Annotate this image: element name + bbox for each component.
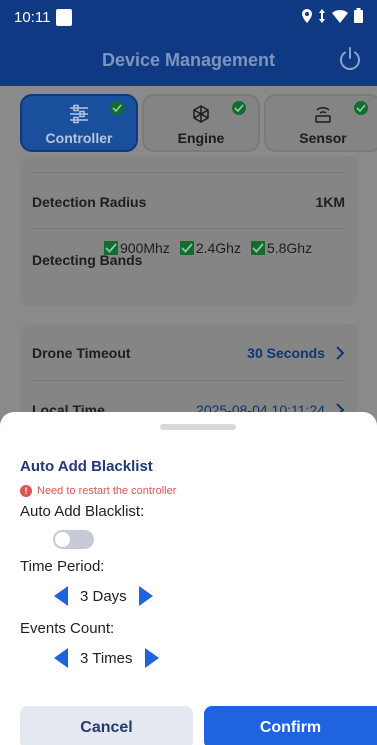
restart-warning: ! Need to restart the controller	[20, 485, 176, 497]
status-time: 10:11	[14, 9, 51, 26]
bands-list: 900Mhz 2.4Ghz 5.8Ghz	[104, 240, 312, 256]
check-icon	[354, 101, 368, 115]
warning-text: Need to restart the controller	[37, 485, 177, 497]
drone-timeout-value: 30 Seconds	[247, 345, 325, 361]
app-bar: Device Management	[0, 34, 377, 86]
detection-card: Detection Radius 1KM Detecting Bands	[20, 156, 357, 306]
divider	[32, 228, 345, 229]
status-bar: 10:11	[0, 0, 377, 34]
page-title: Device Management	[101, 50, 276, 70]
auto-add-label: Auto Add Blacklist:	[20, 503, 145, 520]
timeout-card: Drone Timeout 30 Seconds Local Time 2025…	[20, 324, 357, 424]
time-period-value: 3 Days	[80, 587, 127, 605]
divider	[32, 172, 345, 173]
auto-add-toggle[interactable]	[53, 530, 94, 549]
checkbox-checked-icon	[104, 241, 118, 255]
band-checkbox-2-4ghz[interactable]: 2.4Ghz	[179, 240, 241, 256]
check-icon	[110, 101, 124, 115]
drone-timeout-row[interactable]: Drone Timeout 30 Seconds	[32, 345, 345, 361]
detection-radius-label: Detection Radius	[32, 194, 147, 210]
device-tabs: Controller Engine Sensor	[20, 94, 377, 154]
events-count-value: 3 Times	[80, 649, 133, 667]
toggle-knob	[55, 532, 70, 547]
tab-label: Sensor	[299, 130, 347, 146]
tab-label: Controller	[45, 130, 113, 146]
tab-label: Engine	[177, 130, 225, 146]
tab-controller[interactable]: Controller	[20, 94, 138, 152]
sensor-icon	[315, 106, 331, 123]
band-label: 900Mhz	[120, 240, 170, 256]
checkbox-checked-icon	[250, 241, 265, 255]
data-arrows-icon	[319, 8, 325, 23]
cancel-button[interactable]: Cancel	[20, 706, 193, 745]
band-label: 5.8Ghz	[266, 240, 313, 256]
wifi-icon	[332, 9, 348, 23]
sheet-drag-handle[interactable]	[160, 424, 236, 430]
check-icon	[232, 101, 246, 115]
engine-icon	[193, 105, 209, 123]
power-icon[interactable]	[337, 46, 363, 72]
decrease-arrow-icon[interactable]	[52, 647, 70, 669]
alert-icon: !	[20, 485, 32, 497]
band-checkbox-900mhz[interactable]: 900Mhz	[104, 240, 170, 256]
status-icons	[302, 8, 363, 23]
increase-arrow-icon[interactable]	[137, 585, 155, 607]
events-count-label: Events Count:	[20, 620, 115, 637]
notification-icon	[56, 9, 72, 26]
increase-arrow-icon[interactable]	[143, 647, 161, 669]
detection-radius-row: Detection Radius 1KM	[32, 194, 345, 210]
location-icon	[302, 8, 312, 23]
tab-sensor[interactable]: Sensor	[264, 94, 377, 152]
detection-radius-value: 1KM	[315, 194, 345, 210]
band-checkbox-5-8ghz[interactable]: 5.8Ghz	[250, 240, 313, 256]
events-count-stepper: 3 Times	[52, 647, 161, 669]
battery-icon	[354, 8, 363, 23]
time-period-stepper: 3 Days	[52, 585, 155, 607]
divider	[32, 380, 345, 381]
sheet-title: Auto Add Blacklist	[20, 458, 153, 475]
band-label: 2.4Ghz	[195, 240, 241, 256]
chevron-right-icon	[336, 346, 345, 360]
tab-engine[interactable]: Engine	[142, 94, 260, 152]
confirm-button[interactable]: Confirm	[204, 706, 377, 745]
drone-timeout-label: Drone Timeout	[32, 345, 131, 361]
sliders-icon	[70, 104, 88, 124]
decrease-arrow-icon[interactable]	[52, 585, 70, 607]
checkbox-checked-icon	[179, 241, 194, 255]
blacklist-bottom-sheet: Auto Add Blacklist ! Need to restart the…	[0, 412, 377, 745]
time-period-label: Time Period:	[20, 558, 105, 575]
